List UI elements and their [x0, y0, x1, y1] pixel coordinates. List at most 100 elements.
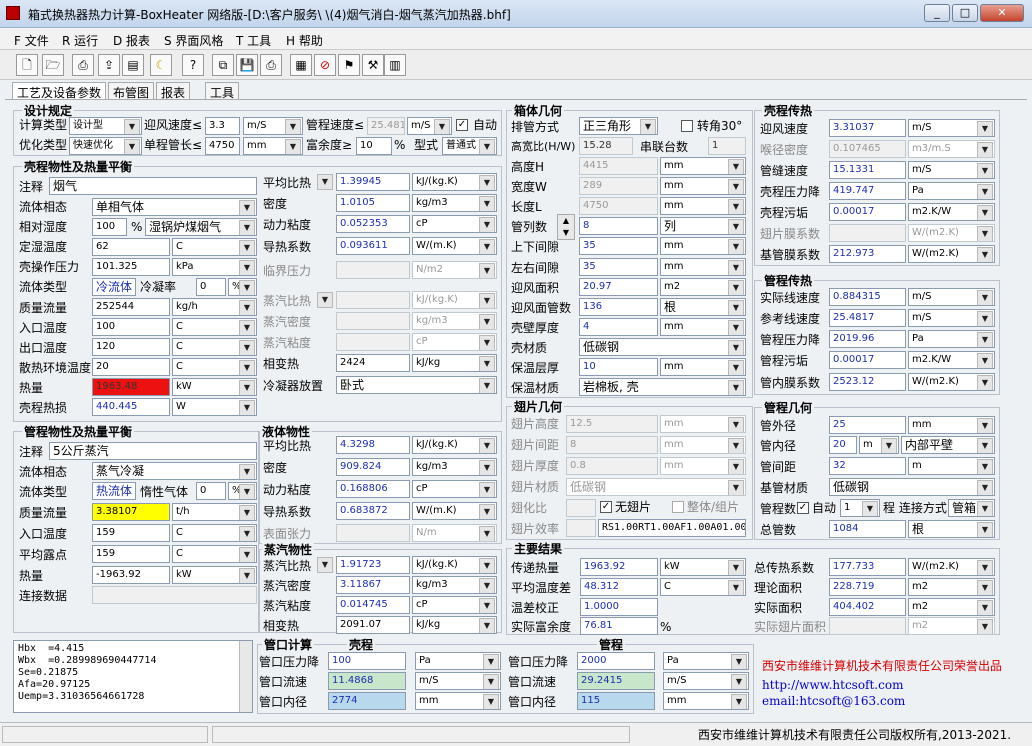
humidity-input[interactable]: 100: [92, 218, 127, 236]
vap-cp-unit[interactable]: kJ/(kg.K): [412, 556, 497, 574]
height-unit[interactable]: mm: [660, 157, 746, 175]
shell-material-select[interactable]: 低碳钢: [579, 338, 746, 356]
insul-thick-value[interactable]: 10: [579, 358, 658, 376]
nz-shell-vel-unit[interactable]: m/S: [415, 672, 501, 690]
cond-rate-input[interactable]: 0: [196, 278, 226, 296]
tht-actual-vel-unit[interactable]: m/S: [908, 288, 995, 306]
tube-len-input[interactable]: 4750: [205, 137, 240, 155]
tube-vel-input[interactable]: 25.4817: [367, 117, 405, 135]
face-tubes-unit[interactable]: 根: [660, 298, 746, 316]
shell-flow-unit[interactable]: kg/h: [172, 298, 257, 316]
tube-id-value[interactable]: 20: [829, 436, 857, 454]
liq-cp-unit[interactable]: kJ/(kg.K): [412, 436, 497, 454]
link-data-input[interactable]: [92, 586, 257, 604]
shell-cp-mode[interactable]: [312, 173, 334, 191]
width-unit[interactable]: mm: [660, 177, 746, 195]
liq-density-unit[interactable]: kg/m3: [412, 458, 497, 476]
shell-density-value[interactable]: 1.0105: [336, 194, 410, 212]
menu-run[interactable]: R 运行: [62, 32, 98, 49]
face-vel-input[interactable]: 3.3: [205, 117, 240, 135]
tube-note-input[interactable]: 5公斤蒸汽: [49, 442, 257, 460]
new-file-icon[interactable]: 🗋: [16, 54, 38, 76]
hum-temp-unit[interactable]: C: [172, 238, 257, 256]
shell-note-input[interactable]: 烟气: [49, 177, 257, 195]
shell-latent-value[interactable]: 2424: [336, 354, 410, 372]
shell-visc-value[interactable]: 0.052353: [336, 215, 410, 233]
res-actual-area-unit[interactable]: m2: [908, 598, 995, 616]
vert-gap-value[interactable]: 35: [579, 237, 658, 255]
maximize-button[interactable]: □: [952, 4, 978, 22]
minimize-button[interactable]: _: [924, 4, 950, 22]
vap-visc-unit[interactable]: cP: [412, 596, 497, 614]
stop-icon[interactable]: ⊘: [314, 54, 336, 76]
columns-spinner[interactable]: ▲ ▼: [557, 214, 575, 240]
tube-in-temp-input[interactable]: 159: [92, 524, 170, 542]
shell-cond-unit[interactable]: W/(m.K): [412, 237, 497, 255]
vap-density-value[interactable]: 3.11867: [336, 576, 410, 594]
shell-heat-unit[interactable]: kW: [172, 378, 257, 396]
dew-point-unit[interactable]: C: [172, 545, 257, 563]
shell-out-temp-unit[interactable]: C: [172, 338, 257, 356]
tht-fouling-unit[interactable]: m2.K/W: [908, 351, 995, 369]
menu-help[interactable]: H 帮助: [286, 32, 323, 49]
type-select[interactable]: 普通式: [442, 137, 497, 155]
menu-file[interactable]: F 文件: [14, 32, 49, 49]
export-icon[interactable]: ⇪: [98, 54, 120, 76]
vap-cp-value[interactable]: 1.91723: [336, 556, 410, 574]
condenser-placement-select[interactable]: 卧式: [336, 376, 497, 394]
log-scrollbar[interactable]: [239, 641, 252, 712]
nz-shell-id-unit[interactable]: mm: [415, 692, 501, 710]
sht-face-vel-unit[interactable]: m/S: [908, 119, 995, 137]
liq-cond-unit[interactable]: W/(m.K): [412, 502, 497, 520]
nz-tube-dp-value[interactable]: 2000: [577, 652, 655, 670]
nz-shell-dp-unit[interactable]: Pa: [415, 652, 501, 670]
auto-passes-checkbox[interactable]: ✓: [797, 502, 809, 514]
whole-fin-checkbox[interactable]: [672, 501, 684, 513]
tht-dp-unit[interactable]: Pa: [908, 330, 995, 348]
passes-select[interactable]: 1: [840, 499, 880, 517]
insul-material-select[interactable]: 岩棉板, 壳: [579, 378, 746, 396]
inert-gas-unit[interactable]: %: [228, 482, 257, 500]
shell-cond-value[interactable]: 0.093611: [336, 237, 410, 255]
columns-unit[interactable]: 列: [660, 217, 746, 235]
tube-pitch-value[interactable]: 32: [829, 457, 906, 475]
report-icon[interactable]: ▤: [122, 54, 144, 76]
sht-fouling-value[interactable]: 0.00017: [829, 203, 906, 221]
print-preview-icon[interactable]: ⎙: [72, 54, 94, 76]
tube-od-value[interactable]: 25: [829, 416, 906, 434]
tht-inner-coef-unit[interactable]: W/(m2.K): [908, 373, 995, 391]
nz-tube-id-unit[interactable]: mm: [663, 692, 749, 710]
save-icon[interactable]: 💾: [236, 54, 258, 76]
cond-rate-unit[interactable]: %: [228, 278, 257, 296]
total-tubes-unit[interactable]: 根: [908, 520, 995, 538]
copy-icon[interactable]: ⧉: [212, 54, 234, 76]
liq-density-value[interactable]: 909.824: [336, 458, 410, 476]
shell-in-temp-unit[interactable]: C: [172, 318, 257, 336]
vap-visc-value[interactable]: 0.014745: [336, 596, 410, 614]
shell-cp-value[interactable]: 1.39945: [336, 173, 410, 191]
database-icon[interactable]: ▥: [384, 54, 406, 76]
tools-icon[interactable]: ⚒: [362, 54, 384, 76]
close-button[interactable]: ✕: [980, 4, 1024, 22]
tab-layout[interactable]: 布管图: [108, 82, 155, 100]
log-textarea[interactable]: Hbx =4.415 Wbx =0.289989690447714 Se=0.2…: [13, 640, 253, 713]
vap-cp-mode[interactable]: [312, 556, 334, 574]
tube-len-unit[interactable]: mm: [243, 137, 303, 155]
tab-tools[interactable]: 工具: [205, 82, 240, 100]
vert-gap-unit[interactable]: mm: [660, 237, 746, 255]
wall-type-select[interactable]: 内部平壁: [901, 436, 995, 454]
shell-heat-value[interactable]: 1963.48: [92, 378, 170, 396]
shell-pressure-unit[interactable]: kPa: [172, 258, 257, 276]
liq-visc-unit[interactable]: cP: [412, 480, 497, 498]
columns-value[interactable]: 8: [579, 217, 658, 235]
layout-select[interactable]: 正三角形: [579, 117, 658, 135]
shell-loss-unit[interactable]: W: [172, 398, 257, 416]
shell-flow-input[interactable]: 252544: [92, 298, 170, 316]
length-unit[interactable]: mm: [660, 197, 746, 215]
tube-vel-unit[interactable]: m/S: [407, 117, 452, 135]
liq-cond-value[interactable]: 0.683872: [336, 502, 410, 520]
print-icon[interactable]: ⎙: [260, 54, 282, 76]
tube-heat-unit[interactable]: kW: [172, 566, 257, 584]
vap-density-unit[interactable]: kg/m3: [412, 576, 497, 594]
tab-process-params[interactable]: 工艺及设备参数: [12, 82, 107, 100]
